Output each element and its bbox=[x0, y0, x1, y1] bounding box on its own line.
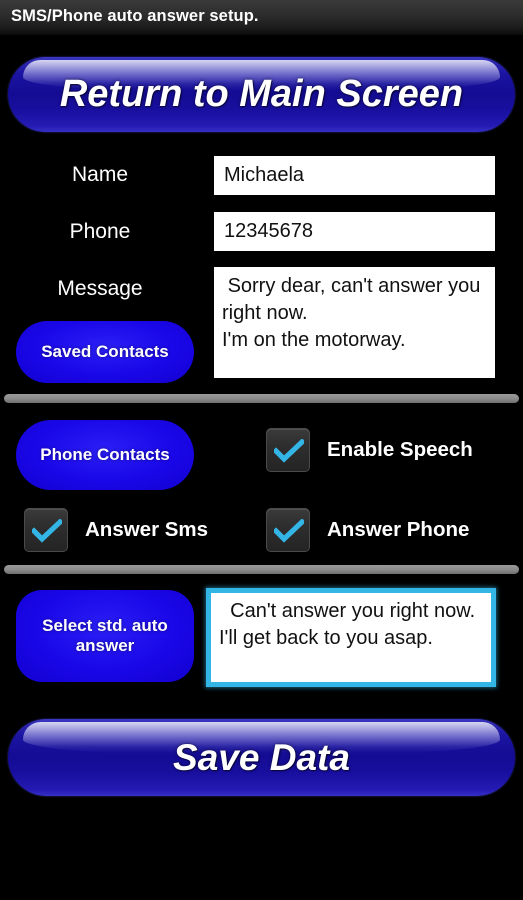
answer-sms-row[interactable]: Answer Sms bbox=[24, 508, 208, 552]
enable-speech-label: Enable Speech bbox=[327, 438, 473, 461]
answer-sms-label: Answer Sms bbox=[85, 518, 209, 541]
phone-label: Phone bbox=[69, 220, 131, 243]
save-data-label: Save Data bbox=[173, 736, 350, 778]
checkmark-icon bbox=[274, 439, 304, 463]
answer-sms-checkbox[interactable] bbox=[24, 508, 68, 552]
checkmark-icon bbox=[274, 519, 304, 543]
return-to-main-screen-button[interactable]: Return to Main Screen bbox=[8, 57, 515, 132]
select-std-auto-answer-button[interactable]: Select std. auto answer bbox=[16, 590, 194, 682]
answer-phone-label: Answer Phone bbox=[327, 518, 470, 541]
checkmark-icon bbox=[32, 519, 62, 543]
saved-contacts-button[interactable]: Saved Contacts bbox=[16, 321, 194, 383]
phone-input[interactable]: 12345678 bbox=[214, 212, 495, 251]
page-title: SMS/Phone auto answer setup. bbox=[11, 7, 259, 25]
section-divider-bottom bbox=[4, 565, 519, 574]
phone-contacts-label: Phone Contacts bbox=[40, 444, 170, 464]
title-bar: SMS/Phone auto answer setup. bbox=[0, 0, 523, 36]
enable-speech-row[interactable]: Enable Speech bbox=[266, 428, 473, 472]
answer-phone-checkbox[interactable] bbox=[266, 508, 310, 552]
name-input[interactable]: Michaela bbox=[214, 156, 495, 195]
phone-contacts-button[interactable]: Phone Contacts bbox=[16, 420, 194, 490]
section-divider-top bbox=[4, 394, 519, 403]
name-label: Name bbox=[71, 163, 129, 186]
std-auto-answer-textarea[interactable]: Can't answer you right now. I'll get bac… bbox=[206, 588, 496, 687]
select-std-auto-answer-label: Select std. auto answer bbox=[42, 615, 168, 655]
save-data-button[interactable]: Save Data bbox=[8, 719, 515, 796]
saved-contacts-label: Saved Contacts bbox=[41, 341, 169, 361]
message-textarea[interactable]: Sorry dear, can't answer you right now. … bbox=[214, 267, 495, 378]
return-to-main-screen-label: Return to Main Screen bbox=[59, 73, 464, 115]
message-label: Message bbox=[57, 277, 143, 300]
answer-phone-row[interactable]: Answer Phone bbox=[266, 508, 469, 552]
enable-speech-checkbox[interactable] bbox=[266, 428, 310, 472]
